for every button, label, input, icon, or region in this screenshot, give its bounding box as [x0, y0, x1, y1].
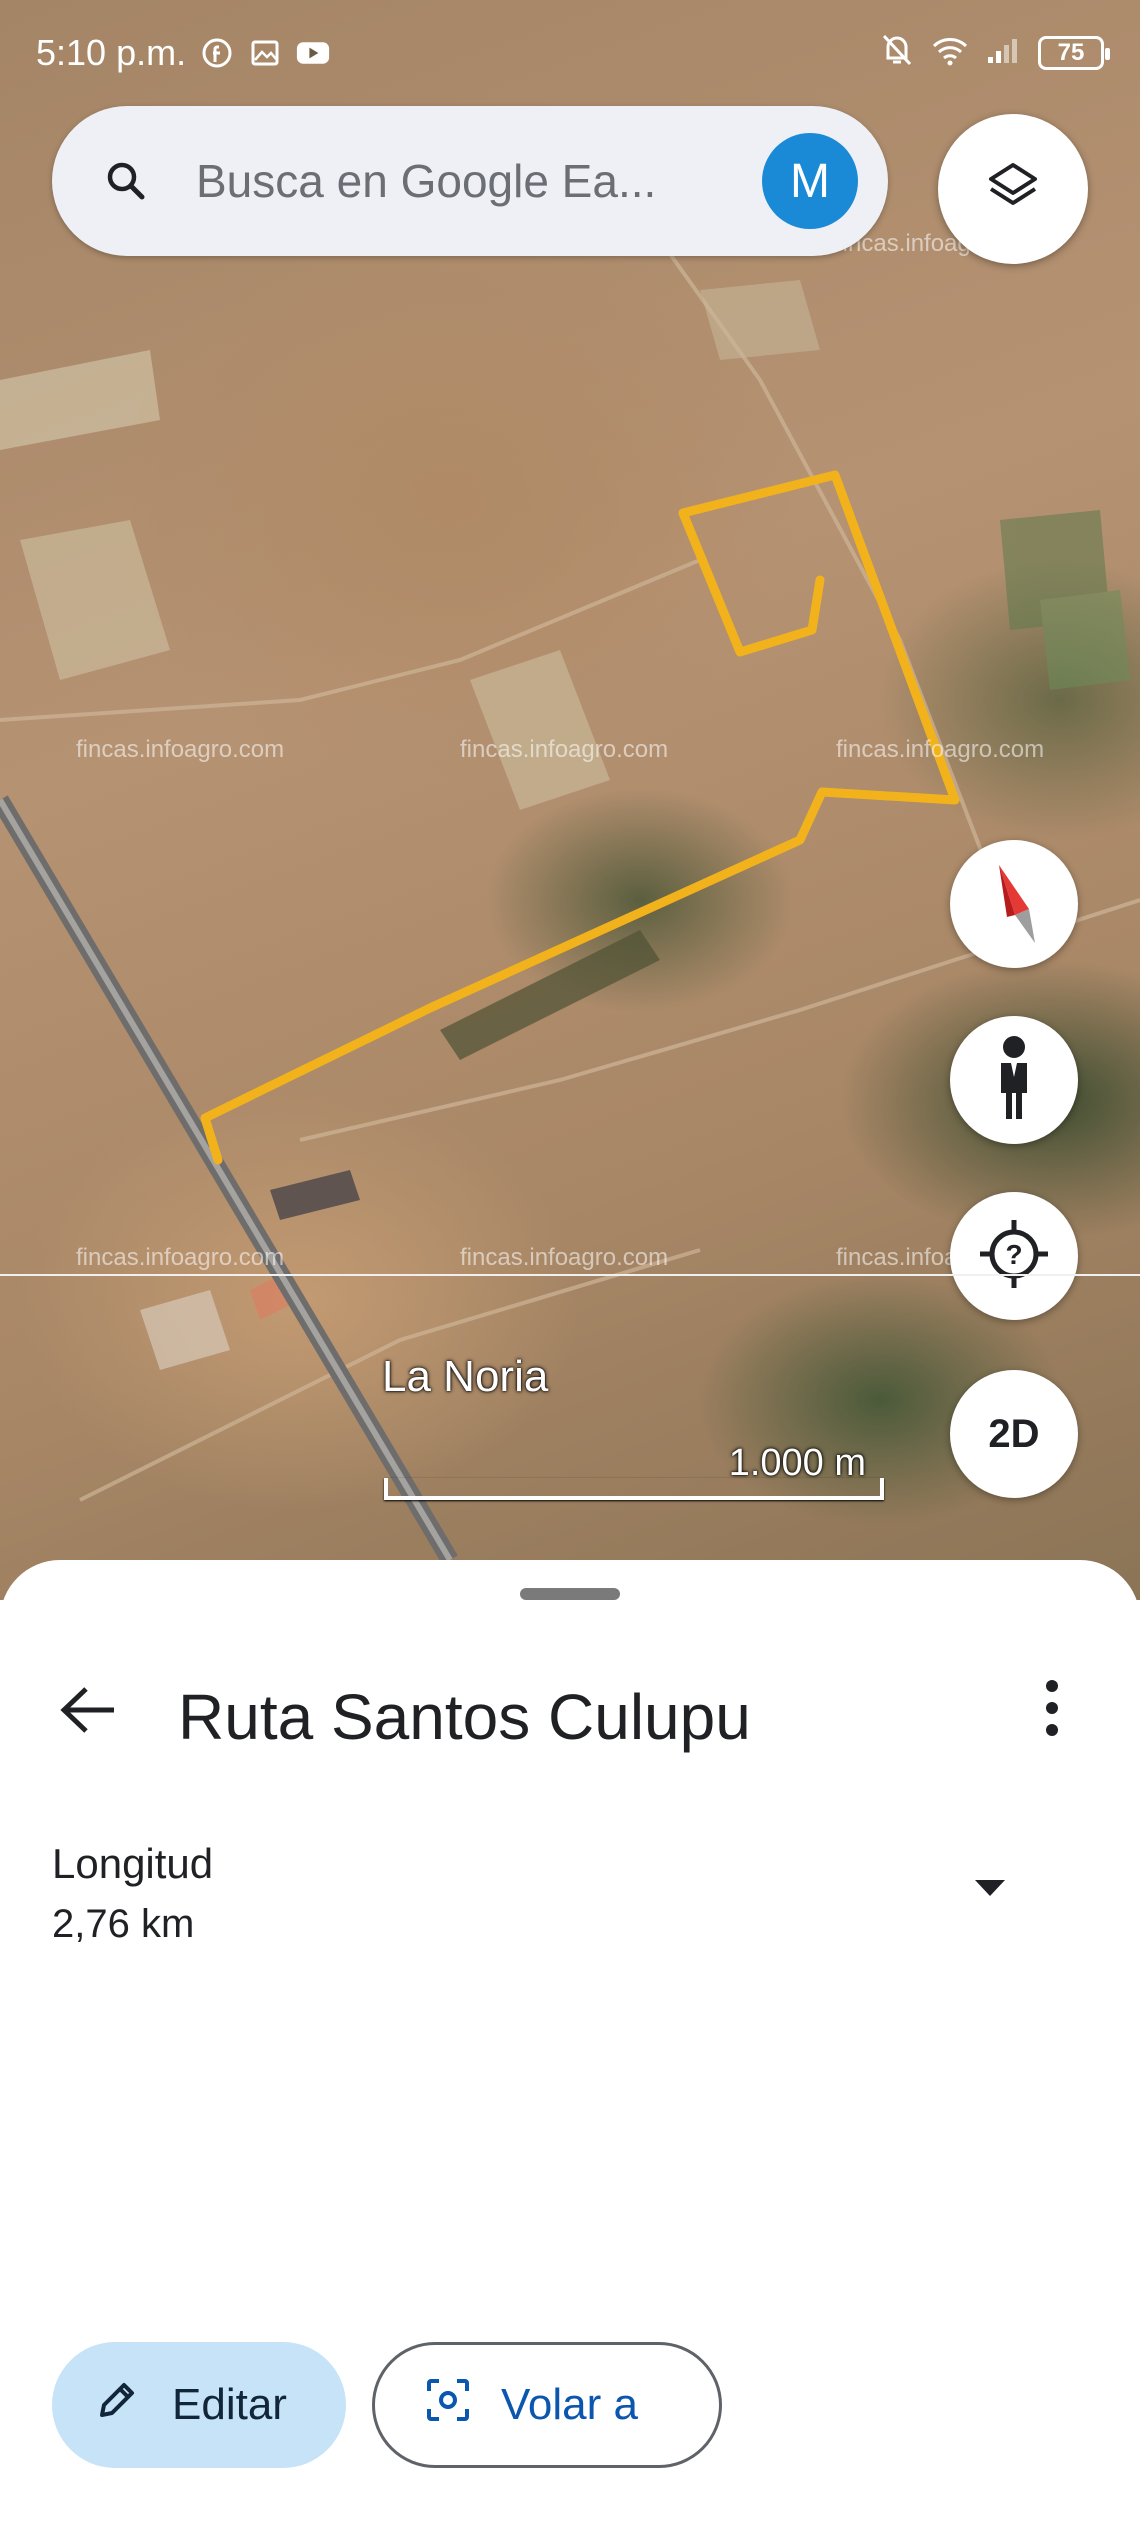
- length-label: Longitud: [52, 1840, 214, 1887]
- pegman-icon: [989, 1033, 1039, 1128]
- bell-off-icon: [880, 32, 914, 73]
- avatar[interactable]: M: [762, 133, 858, 229]
- divider: [0, 1274, 1140, 1276]
- youtube-icon: [296, 36, 330, 70]
- compass-icon: [979, 857, 1049, 952]
- signal-icon: [986, 35, 1022, 70]
- length-value: 2,76 km: [52, 1902, 195, 1946]
- more-vert-icon: [1042, 1678, 1062, 1743]
- street-view-button[interactable]: [950, 1016, 1078, 1144]
- map-watermark: fincas.infoagro.com: [836, 736, 1045, 763]
- map-watermark: fincas.infoagro.com: [460, 1244, 669, 1271]
- battery-icon: 75: [1038, 35, 1110, 70]
- drag-handle[interactable]: [520, 1588, 620, 1600]
- search-bar[interactable]: Busca en Google Ea... M: [52, 106, 888, 256]
- svg-text:?: ?: [1005, 1239, 1022, 1270]
- map-watermark: fincas.infoagro.com: [76, 736, 285, 763]
- more-options-button[interactable]: [1020, 1674, 1084, 1746]
- dropdown-arrow-icon: [973, 1878, 1007, 1903]
- map-scale: 1.000 m: [384, 1440, 884, 1510]
- facebook-icon: [200, 36, 234, 70]
- back-button[interactable]: [56, 1680, 120, 1744]
- search-icon[interactable]: [102, 157, 150, 205]
- location-unknown-icon: ?: [978, 1218, 1050, 1295]
- map-watermark: fincas.infoagro.com: [76, 1244, 285, 1271]
- sheet-header: Ruta Santos Culupu: [0, 1660, 1140, 1760]
- edit-button[interactable]: Editar: [52, 2342, 346, 2468]
- gallery-icon: [248, 36, 282, 70]
- wifi-icon: [930, 34, 970, 71]
- route-title: Ruta Santos Culupu: [178, 1681, 751, 1753]
- layers-icon: [985, 159, 1041, 220]
- fly-to-button[interactable]: Volar a: [372, 2342, 722, 2468]
- route-path[interactable]: [200, 470, 960, 1165]
- place-label: La Noria: [382, 1352, 549, 1401]
- edit-label: Editar: [172, 2380, 287, 2429]
- view-mode-button[interactable]: 2D: [950, 1370, 1078, 1498]
- fly-label: Volar a: [501, 2380, 638, 2429]
- expand-details-button[interactable]: [960, 1860, 1020, 1920]
- status-bar: 5:10 p.m. 75: [0, 0, 1140, 105]
- scale-bar: [384, 1478, 884, 1500]
- pencil-icon: [94, 2377, 140, 2434]
- focus-target-icon: [425, 2377, 471, 2434]
- my-location-button[interactable]: ?: [950, 1192, 1078, 1320]
- compass-button[interactable]: [950, 840, 1078, 968]
- status-time: 5:10 p.m.: [36, 31, 187, 73]
- arrow-back-icon: [58, 1685, 118, 1740]
- search-input[interactable]: Busca en Google Ea...: [196, 154, 762, 208]
- map-watermark: fincas.infoagro.com: [460, 736, 669, 763]
- layers-button[interactable]: [938, 114, 1088, 264]
